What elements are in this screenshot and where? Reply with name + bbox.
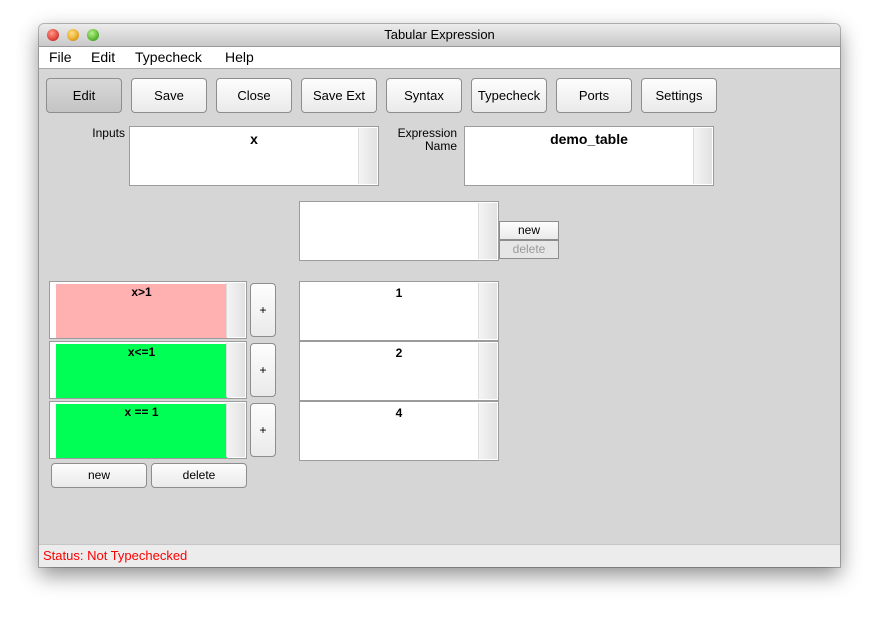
- save-ext-button[interactable]: Save Ext: [301, 78, 377, 113]
- add-subcondition-button[interactable]: +: [250, 283, 276, 337]
- add-subcondition-button[interactable]: +: [250, 403, 276, 457]
- menu-file[interactable]: File: [49, 47, 72, 68]
- condition-cell[interactable]: x>1: [49, 281, 247, 339]
- inputs-label: Inputs: [92, 126, 125, 140]
- expression-name-value: demo_table: [550, 131, 628, 147]
- expression-name-field[interactable]: demo_table: [464, 126, 714, 186]
- menu-bar: File Edit Typecheck Help: [39, 47, 840, 69]
- edit-button[interactable]: Edit: [46, 78, 122, 113]
- condition-fill: x == 1: [56, 404, 227, 458]
- close-button[interactable]: Close: [216, 78, 292, 113]
- minimize-window-icon[interactable]: [67, 29, 79, 41]
- expression-name-label-line2: Name: [424, 139, 457, 153]
- main-window: Tabular Expression File Edit Typecheck H…: [39, 24, 840, 567]
- header-cell[interactable]: [299, 201, 499, 261]
- condition-text: x<=1: [127, 345, 156, 359]
- menu-typecheck[interactable]: Typecheck: [135, 47, 202, 68]
- condition-cell[interactable]: x == 1: [49, 401, 247, 459]
- menu-edit[interactable]: Edit: [91, 47, 115, 68]
- result-text: 1: [395, 286, 403, 300]
- condition-scrollbar[interactable]: [226, 283, 245, 337]
- inputs-scrollbar[interactable]: [358, 128, 377, 184]
- new-row-button[interactable]: new: [51, 463, 147, 488]
- typecheck-button[interactable]: Typecheck: [471, 78, 547, 113]
- header-new-button[interactable]: new: [499, 221, 559, 240]
- condition-cell[interactable]: x<=1: [49, 341, 247, 399]
- title-bar: Tabular Expression: [39, 24, 840, 47]
- condition-fill: x<=1: [56, 344, 227, 398]
- save-button[interactable]: Save: [131, 78, 207, 113]
- settings-button[interactable]: Settings: [641, 78, 717, 113]
- expression-name-label: Expression Name: [379, 127, 457, 153]
- ports-button[interactable]: Ports: [556, 78, 632, 113]
- condition-fill: x>1: [56, 284, 227, 338]
- window-title: Tabular Expression: [384, 27, 495, 42]
- header-delete-button[interactable]: delete: [499, 240, 559, 259]
- result-cell[interactable]: 2: [299, 341, 499, 401]
- expression-name-scrollbar[interactable]: [693, 128, 712, 184]
- condition-scrollbar[interactable]: [226, 343, 245, 397]
- result-cell[interactable]: 4: [299, 401, 499, 461]
- condition-text: x>1: [131, 285, 152, 299]
- inputs-value: x: [250, 131, 258, 147]
- delete-row-button[interactable]: delete: [151, 463, 247, 488]
- result-scrollbar[interactable]: [478, 403, 497, 459]
- result-text: 2: [395, 346, 403, 360]
- status-text: Status: Not Typechecked: [43, 548, 188, 563]
- inputs-field[interactable]: x: [129, 126, 379, 186]
- condition-text: x == 1: [124, 405, 159, 419]
- syntax-button[interactable]: Syntax: [386, 78, 462, 113]
- result-scrollbar[interactable]: [478, 343, 497, 399]
- status-bar: Status: Not Typechecked: [39, 544, 840, 567]
- zoom-window-icon[interactable]: [87, 29, 99, 41]
- result-text: 4: [395, 406, 403, 420]
- menu-help[interactable]: Help: [225, 47, 254, 68]
- result-cell[interactable]: 1: [299, 281, 499, 341]
- expression-name-label-line1: Expression: [397, 126, 457, 140]
- close-window-icon[interactable]: [47, 29, 59, 41]
- add-subcondition-button[interactable]: +: [250, 343, 276, 397]
- result-scrollbar[interactable]: [478, 283, 497, 339]
- condition-scrollbar[interactable]: [226, 403, 245, 457]
- header-cell-scrollbar[interactable]: [478, 203, 497, 259]
